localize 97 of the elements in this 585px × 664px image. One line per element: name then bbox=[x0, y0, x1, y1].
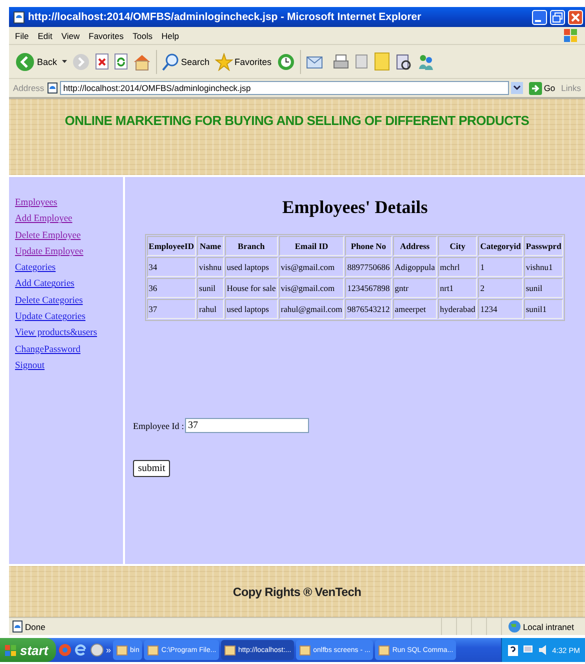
site-title: ONLINE MARKETING FOR BUYING AND SELLING OF DIFFERENT PRODUCTS bbox=[64, 113, 530, 130]
help-icon[interactable] bbox=[507, 644, 520, 656]
table-cell: ameerpet bbox=[392, 299, 437, 319]
home-icon[interactable] bbox=[133, 52, 152, 70]
copyright-text: Copy Rights ® VenTech bbox=[232, 584, 362, 598]
table-cell: rahul bbox=[197, 299, 224, 319]
window-icon bbox=[116, 644, 128, 656]
status-text: Done bbox=[25, 622, 46, 632]
table-cell: sunil bbox=[197, 278, 224, 298]
menu-item[interactable]: Tools bbox=[132, 30, 152, 40]
table-cell: vishnu1 bbox=[524, 257, 564, 277]
table-cell: 34 bbox=[146, 257, 196, 277]
table-cell: Adigoppula bbox=[392, 257, 437, 277]
menu-item[interactable]: Help bbox=[161, 30, 179, 40]
table-cell: sunil1 bbox=[524, 299, 564, 319]
messenger-icon[interactable] bbox=[416, 52, 435, 70]
windows-flag-icon bbox=[562, 27, 579, 44]
sidebar-link[interactable]: Update Categories bbox=[15, 309, 86, 326]
sidebar-link[interactable]: Categories bbox=[15, 260, 56, 276]
table-cell: 37 bbox=[146, 299, 196, 319]
windows-flag-icon bbox=[4, 644, 17, 656]
menu-item[interactable]: View bbox=[61, 30, 80, 40]
close-icon[interactable] bbox=[568, 10, 583, 24]
search-icon bbox=[162, 52, 180, 70]
page-done-icon bbox=[12, 620, 23, 633]
ie-logo-icon[interactable] bbox=[74, 643, 88, 657]
sidebar-link[interactable]: Delete Employee bbox=[15, 228, 81, 244]
zone-text: Local intranet bbox=[522, 622, 574, 632]
sidebar-link[interactable]: Update Employee bbox=[15, 244, 84, 260]
back-button[interactable]: Back bbox=[15, 52, 58, 72]
page-heading: Employees' Details bbox=[282, 197, 428, 218]
refresh-icon[interactable] bbox=[114, 53, 128, 70]
dropdown-caret-icon[interactable] bbox=[62, 60, 68, 63]
address-label: Address bbox=[13, 83, 44, 93]
star-icon bbox=[214, 52, 233, 70]
table-cell: rahul@gmail.com bbox=[278, 299, 344, 319]
sidebar-link[interactable]: Add Categories bbox=[15, 276, 74, 293]
ie-page-icon bbox=[13, 10, 25, 24]
start-button[interactable]: start bbox=[0, 638, 56, 662]
search-button[interactable]: Search bbox=[162, 52, 210, 70]
sidebar-link[interactable]: Delete Categories bbox=[15, 292, 83, 310]
print-icon[interactable] bbox=[332, 54, 349, 70]
column-header: City bbox=[438, 236, 478, 256]
globe-icon bbox=[508, 620, 521, 633]
window-title: http://localhost:2014/OMFBS/adminlogincheck.jsp - Microsoft Internet Explorer bbox=[28, 11, 422, 23]
menu-item[interactable]: Edit bbox=[38, 30, 52, 40]
table-cell: used laptops bbox=[224, 257, 278, 277]
sidebar-link[interactable]: Add Employee bbox=[15, 211, 72, 228]
table-cell: House for sale bbox=[224, 278, 278, 298]
app-circle-icon[interactable] bbox=[90, 643, 104, 657]
employee-id-field[interactable]: 37 bbox=[185, 418, 309, 433]
table-cell: 36 bbox=[146, 278, 196, 298]
window-icon bbox=[224, 644, 236, 656]
table-cell: sunil bbox=[524, 278, 564, 298]
column-header: Email ID bbox=[278, 236, 344, 256]
table-cell: vishnu bbox=[197, 257, 224, 277]
window-icon bbox=[378, 644, 390, 656]
table-cell: 8897750686 bbox=[345, 257, 392, 277]
employee-id-label: Employee Id : bbox=[133, 420, 184, 430]
menu-item[interactable]: Favorites bbox=[88, 30, 124, 40]
history-icon[interactable] bbox=[276, 52, 295, 70]
table-cell: 1 bbox=[478, 257, 523, 277]
table-cell: vis@gmail.com bbox=[278, 257, 344, 277]
table-cell: 1234567898 bbox=[345, 278, 392, 298]
window-icon bbox=[147, 644, 160, 656]
stop-icon[interactable] bbox=[95, 53, 110, 70]
address-field[interactable]: http://localhost:2014/OMFBS/adminlogincheck.jsp bbox=[60, 81, 509, 95]
table-cell: gntr bbox=[392, 278, 437, 298]
sidebar-link[interactable]: ChangePassword bbox=[15, 342, 80, 358]
column-header: Phone No bbox=[345, 236, 392, 256]
table-cell: 1234 bbox=[478, 299, 523, 319]
sidebar-link[interactable]: Employees bbox=[15, 195, 58, 212]
table-cell: used laptops bbox=[224, 299, 278, 319]
column-header: Name bbox=[197, 236, 224, 256]
favorites-button[interactable]: Favorites bbox=[214, 52, 272, 70]
submit-button[interactable]: submit bbox=[133, 460, 170, 477]
restore-icon[interactable] bbox=[550, 10, 565, 24]
column-header: Categoryid bbox=[478, 236, 523, 256]
column-header: EmployeeID bbox=[146, 236, 196, 256]
more-chevron[interactable]: » bbox=[106, 645, 112, 655]
table-cell: mchrl bbox=[438, 257, 478, 277]
sidebar-link[interactable]: View products&users bbox=[15, 325, 98, 342]
column-header: Passwprd bbox=[524, 236, 564, 256]
sidebar-link[interactable]: Signout bbox=[15, 358, 45, 374]
column-header: Address bbox=[392, 236, 437, 256]
column-header: Branch bbox=[224, 236, 278, 256]
window-icon bbox=[299, 644, 312, 656]
table-cell: 2 bbox=[478, 278, 523, 298]
menu-item[interactable]: File bbox=[15, 30, 29, 40]
table-cell: nrt1 bbox=[438, 278, 478, 298]
go-button[interactable]: Go bbox=[526, 82, 558, 94]
table-cell: vis@gmail.com bbox=[278, 278, 344, 298]
minimize-icon[interactable] bbox=[532, 10, 547, 24]
go-arrow-icon bbox=[528, 82, 542, 94]
table-cell: 9876543212 bbox=[345, 299, 392, 319]
ie-page-icon bbox=[47, 82, 58, 94]
table-cell: hyderabad bbox=[438, 299, 478, 319]
